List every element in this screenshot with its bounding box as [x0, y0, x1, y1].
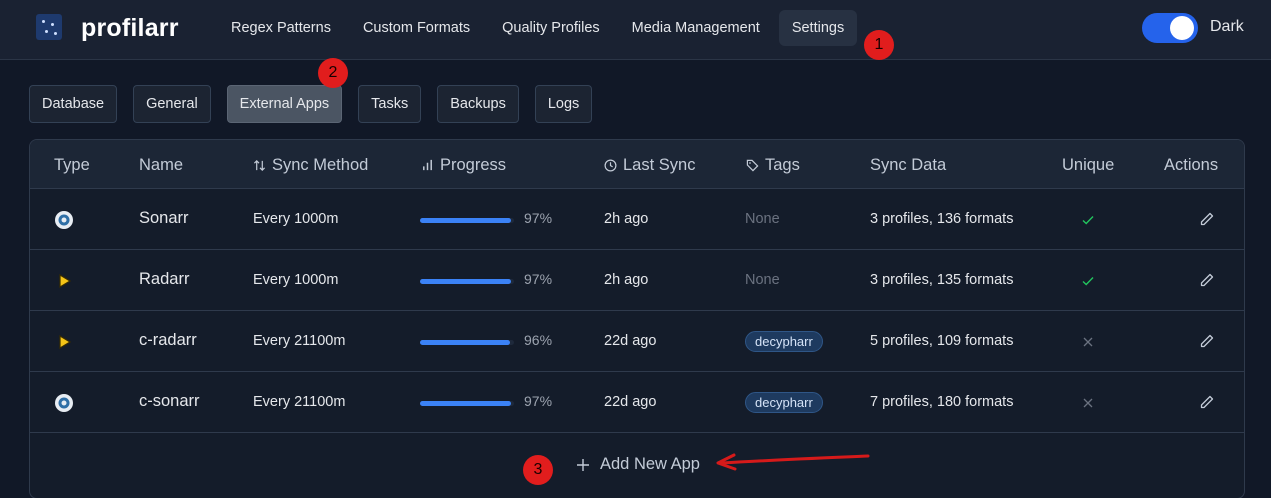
progress-bar — [420, 279, 514, 284]
external-apps-table: Type Name Sync Method Progress Last Sync… — [29, 139, 1245, 498]
header-type: Type — [54, 156, 90, 174]
app-name: Radarr — [139, 270, 190, 288]
sync-data: 7 profiles, 180 formats — [870, 394, 1014, 410]
theme-label: Dark — [1210, 18, 1244, 35]
tab-database[interactable]: Database — [29, 85, 118, 123]
annotation-badge-2: 2 — [318, 58, 348, 88]
app-name: c-sonarr — [139, 392, 200, 410]
tag-badge: decypharr — [745, 392, 823, 413]
header-unique: Unique — [1062, 156, 1115, 174]
table-row[interactable]: c-sonarr Every 21100m 97% 22d ago decyph… — [30, 372, 1244, 433]
sonarr-icon — [55, 211, 73, 229]
check-icon — [1082, 277, 1094, 286]
last-sync: 22d ago — [604, 333, 657, 349]
add-new-app-label: Add New App — [600, 455, 700, 473]
table-row[interactable]: Sonarr Every 1000m 97% 2h ago None 3 pro… — [30, 189, 1244, 250]
edit-pencil-icon[interactable] — [1199, 211, 1215, 227]
progress-percent: 97% — [524, 210, 553, 226]
cross-icon — [1083, 398, 1093, 408]
header-last-sync-label: Last Sync — [623, 156, 696, 174]
top-bar: profilarr Regex Patterns Custom Formats … — [0, 0, 1271, 60]
edit-pencil-icon[interactable] — [1199, 272, 1215, 288]
app-name: c-radarr — [139, 331, 197, 349]
last-sync: 22d ago — [604, 394, 657, 410]
nav-media-management[interactable]: Media Management — [619, 10, 773, 46]
last-sync: 2h ago — [604, 211, 649, 227]
annotation-arrow — [716, 453, 870, 471]
tab-external-apps[interactable]: External Apps — [226, 85, 343, 123]
tab-logs[interactable]: Logs — [534, 85, 593, 123]
header-tags-label: Tags — [765, 156, 800, 174]
last-sync: 2h ago — [604, 272, 649, 288]
sync-data: 3 profiles, 135 formats — [870, 272, 1014, 288]
settings-tabs: Database General External Apps Tasks Bac… — [29, 85, 608, 123]
sync-method: Every 1000m — [253, 272, 339, 288]
plus-icon — [577, 458, 589, 471]
sync-method: Every 21100m — [253, 394, 346, 410]
progress-bar — [420, 401, 514, 406]
sync-method: Every 1000m — [253, 211, 339, 227]
progress-bar — [420, 340, 514, 345]
header-actions: Actions — [1164, 156, 1219, 174]
progress-percent: 96% — [524, 332, 553, 348]
edit-pencil-icon[interactable] — [1199, 394, 1215, 410]
tab-general[interactable]: General — [133, 85, 211, 123]
toggle-knob — [1170, 16, 1194, 40]
header-progress-label: Progress — [440, 156, 507, 174]
header-sync-method-label: Sync Method — [272, 156, 369, 174]
progress-fill — [420, 340, 511, 345]
radarr-icon — [59, 334, 72, 350]
tag-icon — [746, 159, 759, 172]
header-last-sync: Last Sync — [604, 156, 695, 175]
progress-fill — [420, 279, 512, 284]
sonarr-icon — [55, 394, 73, 412]
bar-chart-icon — [423, 159, 432, 171]
header-progress: Progress — [421, 156, 506, 175]
add-new-app-button[interactable]: Add New App — [576, 455, 700, 474]
app-name: Sonarr — [139, 209, 189, 227]
tab-tasks[interactable]: Tasks — [358, 85, 422, 123]
table-row[interactable]: c-radarr Every 21100m 96% 22d ago decyph… — [30, 311, 1244, 372]
app-title[interactable]: profilarr — [81, 14, 179, 43]
sync-data: 3 profiles, 136 formats — [870, 211, 1014, 227]
nav-quality-profiles[interactable]: Quality Profiles — [489, 10, 613, 46]
cross-icon — [1083, 337, 1093, 347]
sync-method: Every 21100m — [253, 333, 346, 349]
table-row[interactable]: Radarr Every 1000m 97% 2h ago None 3 pro… — [30, 250, 1244, 311]
sort-arrows-icon — [253, 160, 266, 171]
main-nav: Regex Patterns Custom Formats Quality Pr… — [218, 10, 863, 46]
theme-toggle[interactable] — [1142, 13, 1198, 43]
progress-fill — [420, 218, 512, 223]
clock-icon — [604, 159, 617, 172]
check-icon — [1082, 216, 1094, 225]
header-sync-data: Sync Data — [870, 156, 947, 174]
sync-data: 5 profiles, 109 formats — [870, 333, 1014, 349]
header-tags: Tags — [746, 156, 800, 175]
tab-backups[interactable]: Backups — [437, 85, 519, 123]
nav-settings[interactable]: Settings — [778, 10, 858, 46]
progress-bar — [420, 218, 514, 223]
header-name: Name — [139, 156, 184, 174]
nav-custom-formats[interactable]: Custom Formats — [350, 10, 483, 46]
progress-percent: 97% — [524, 393, 553, 409]
annotation-badge-1: 1 — [864, 30, 894, 60]
tags-none: None — [745, 211, 780, 227]
nav-regex-patterns[interactable]: Regex Patterns — [218, 10, 344, 46]
tags-none: None — [745, 272, 780, 288]
radarr-icon — [59, 273, 72, 289]
progress-fill — [420, 401, 512, 406]
table-header: Type Name Sync Method Progress Last Sync… — [30, 140, 1244, 189]
progress-percent: 97% — [524, 271, 553, 287]
edit-pencil-icon[interactable] — [1199, 333, 1215, 349]
tag-badge: decypharr — [745, 331, 823, 352]
annotation-badge-3: 3 — [523, 455, 553, 485]
header-sync-method[interactable]: Sync Method — [253, 156, 368, 175]
profilarr-logo-icon[interactable] — [36, 14, 62, 40]
